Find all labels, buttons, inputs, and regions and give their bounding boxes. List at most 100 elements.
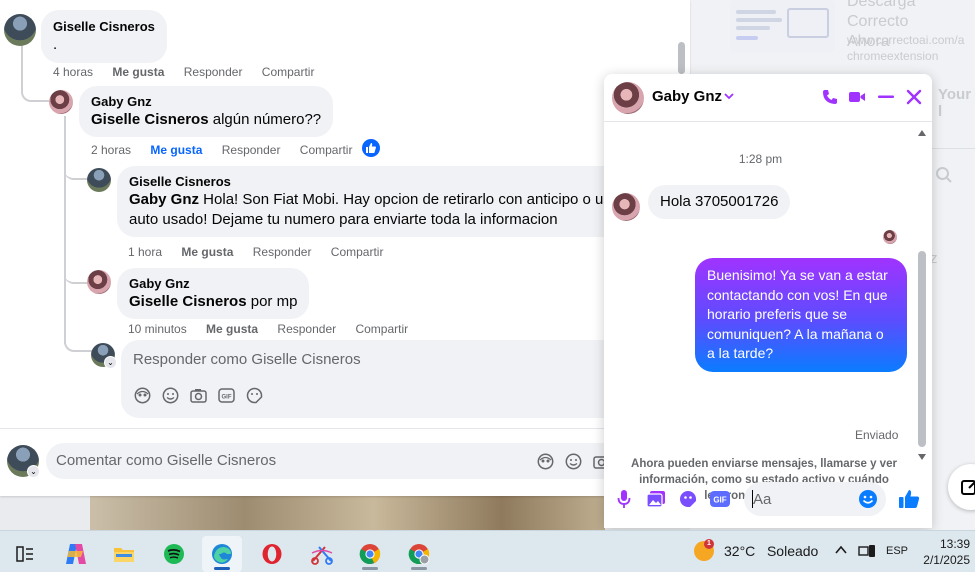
reply-button[interactable]: Responder bbox=[253, 245, 312, 259]
like-button[interactable]: Me gusta bbox=[112, 65, 164, 79]
comment-author[interactable]: Giselle Cisneros bbox=[129, 173, 625, 190]
comment-text: auto usado! Dejame tu numero para enviar… bbox=[129, 211, 558, 228]
comment-author[interactable]: Gaby Gnz bbox=[129, 275, 297, 292]
contact-avatar[interactable] bbox=[612, 82, 644, 114]
comment-time[interactable]: 1 hora bbox=[128, 245, 162, 259]
incoming-message[interactable]: Hola 3705001726 bbox=[648, 185, 791, 219]
weather-widget[interactable]: 32°C Soleado bbox=[724, 543, 818, 559]
network-battery-icon[interactable] bbox=[858, 544, 876, 561]
share-button[interactable]: Compartir bbox=[262, 65, 315, 79]
chevron-down-icon[interactable]: ⌄ bbox=[104, 356, 117, 369]
chevron-up-icon[interactable] bbox=[834, 543, 848, 560]
comment-bubble: Gaby Gnz Giselle Cisneros algún número?? bbox=[79, 86, 334, 137]
mention[interactable]: Giselle Cisneros bbox=[129, 293, 247, 310]
avatar[interactable] bbox=[87, 270, 111, 294]
share-button[interactable]: Compartir bbox=[355, 322, 408, 336]
active-indicator bbox=[214, 567, 230, 570]
copilot-icon[interactable] bbox=[56, 536, 96, 572]
gif-icon[interactable]: GIF bbox=[217, 386, 235, 404]
chrome-icon[interactable] bbox=[350, 536, 390, 572]
comment-input[interactable]: Comentar como Giselle Cisneros bbox=[46, 443, 646, 479]
like-button[interactable]: Me gusta bbox=[206, 322, 258, 336]
like-button[interactable]: Me gusta bbox=[150, 143, 202, 157]
contact-name[interactable]: Gaby Gnz bbox=[652, 88, 722, 105]
scroll-down-icon bbox=[918, 454, 926, 460]
language-indicator[interactable]: ESP bbox=[886, 545, 908, 557]
comment-text: por mp bbox=[246, 293, 298, 310]
chat-scroll-thumb[interactable] bbox=[918, 251, 926, 447]
comment-actions: 4 horas Me gusta Responder Compartir bbox=[53, 65, 330, 79]
close-icon[interactable] bbox=[904, 87, 924, 107]
mention[interactable]: Giselle Cisneros bbox=[91, 111, 209, 128]
search-icon[interactable] bbox=[935, 166, 953, 184]
reply-input[interactable]: Responder como Giselle Cisneros GIF bbox=[121, 340, 621, 418]
clock-date: 2/1/2025 bbox=[923, 553, 970, 567]
comment-time[interactable]: 2 horas bbox=[91, 143, 131, 157]
ad-url: www.correctoai.com/a chromeextension bbox=[847, 33, 965, 63]
share-button[interactable]: Compartir bbox=[300, 143, 353, 157]
minimize-icon[interactable] bbox=[876, 87, 896, 107]
emoji-icon[interactable] bbox=[857, 488, 879, 510]
mention[interactable]: Gaby Gnz bbox=[129, 191, 199, 208]
camera-icon[interactable] bbox=[189, 386, 207, 404]
task-view-icon[interactable] bbox=[5, 536, 45, 572]
chrome-profile-icon[interactable] bbox=[399, 536, 439, 572]
reply-button[interactable]: Responder bbox=[222, 143, 281, 157]
scrollbar[interactable] bbox=[678, 42, 685, 74]
sticker-icon[interactable] bbox=[245, 386, 263, 404]
weather-temperature: 32°C bbox=[724, 543, 756, 559]
svg-text:GIF: GIF bbox=[221, 394, 231, 400]
reply-button[interactable]: Responder bbox=[184, 65, 243, 79]
chevron-down-icon[interactable]: ⌄ bbox=[27, 465, 40, 478]
comment-time[interactable]: 4 horas bbox=[53, 65, 93, 79]
outgoing-message[interactable]: Buenisimo! Ya se van a estar contactando… bbox=[695, 258, 907, 372]
comment-actions: 10 minutos Me gusta Responder Compartir bbox=[128, 322, 424, 336]
file-explorer-icon[interactable] bbox=[104, 536, 144, 572]
running-indicator bbox=[411, 567, 427, 570]
gif-icon[interactable]: GIF bbox=[709, 488, 731, 510]
thumbs-up-icon[interactable] bbox=[898, 488, 920, 510]
edge-icon[interactable] bbox=[202, 536, 242, 572]
share-button[interactable]: Compartir bbox=[331, 245, 384, 259]
chevron-down-icon[interactable] bbox=[723, 89, 735, 107]
microphone-icon[interactable] bbox=[613, 488, 635, 510]
comment-text: algún número?? bbox=[208, 111, 322, 128]
snipping-tool-icon[interactable] bbox=[302, 536, 342, 572]
avatar-sticker-icon[interactable] bbox=[133, 386, 151, 404]
svg-text:GIF: GIF bbox=[713, 496, 726, 505]
message-status: Enviado bbox=[855, 428, 899, 442]
avatar[interactable] bbox=[87, 168, 111, 192]
comment-text: . bbox=[53, 36, 58, 53]
message-placeholder: Aa bbox=[753, 491, 772, 508]
sticker-icon[interactable] bbox=[677, 488, 699, 510]
photo-icon[interactable] bbox=[645, 488, 667, 510]
comment-bubble: Giselle Cisneros Gaby Gnz Hola! Son Fiat… bbox=[117, 166, 637, 237]
like-button[interactable]: Me gusta bbox=[181, 245, 233, 259]
avatar[interactable] bbox=[49, 90, 73, 114]
avatar-sticker-icon[interactable] bbox=[536, 452, 554, 470]
avatar[interactable] bbox=[4, 14, 36, 46]
thread-line bbox=[64, 250, 88, 284]
video-call-icon[interactable] bbox=[847, 87, 867, 107]
comment-placeholder: Comentar como Giselle Cisneros bbox=[56, 452, 277, 469]
comment-actions: 2 horas Me gusta Responder Compartir bbox=[91, 143, 368, 157]
clock[interactable]: 13:39 2/1/2025 bbox=[918, 536, 970, 568]
emoji-icon[interactable] bbox=[161, 386, 179, 404]
comment-time[interactable]: 10 minutos bbox=[128, 322, 187, 336]
call-icon[interactable] bbox=[820, 87, 840, 107]
weather-condition: Soleado bbox=[766, 543, 819, 559]
opera-icon[interactable] bbox=[252, 536, 292, 572]
contact-avatar[interactable] bbox=[612, 193, 640, 221]
comment-author[interactable]: Giselle Cisneros bbox=[53, 18, 155, 35]
weather-badge: 1 bbox=[704, 539, 714, 549]
background-photo bbox=[90, 496, 605, 530]
sponsored-ad[interactable]: Descarga Correcto Ahora www.correctoai.co… bbox=[700, 0, 975, 63]
spotify-icon[interactable] bbox=[154, 536, 194, 572]
reply-button[interactable]: Responder bbox=[277, 322, 336, 336]
read-receipt-avatar bbox=[883, 230, 897, 244]
like-reaction-icon[interactable] bbox=[362, 139, 380, 157]
thread-line bbox=[64, 320, 92, 352]
emoji-icon[interactable] bbox=[564, 452, 582, 470]
chat-messages: 1:28 pm Hola 3705001726 Buenisimo! Ya se… bbox=[604, 123, 932, 502]
comment-author[interactable]: Gaby Gnz bbox=[91, 93, 321, 110]
